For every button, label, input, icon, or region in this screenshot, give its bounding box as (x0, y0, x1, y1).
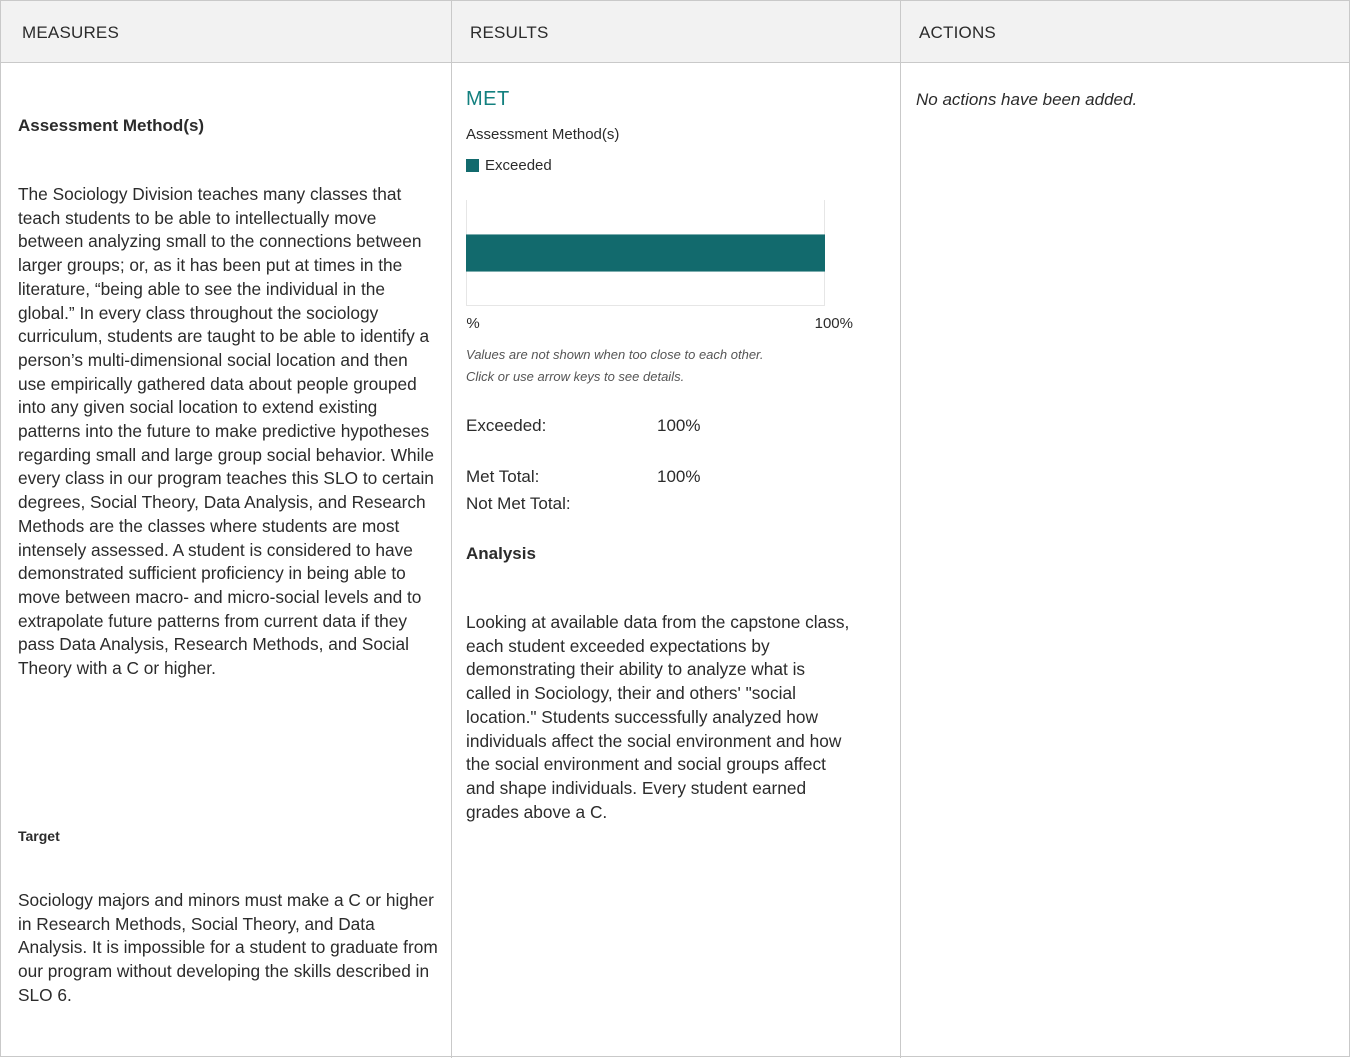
x-tick-label: 0% (466, 315, 480, 330)
analysis-text: Looking at available data from the capst… (466, 612, 850, 822)
assessment-method-heading: Assessment Method(s) (18, 116, 205, 135)
no-actions-message: No actions have been added. (916, 90, 1138, 109)
legend-swatch (466, 159, 479, 172)
chart-note-line-2: Click or use arrow keys to see details. (466, 369, 685, 384)
stat-not-met-total-label: Not Met Total: (466, 494, 571, 513)
bar-exceeded[interactable] (466, 234, 825, 272)
target-text: Sociology majors and minors must make a … (18, 890, 438, 1005)
results-bar-chart[interactable]: 0% 100% (466, 200, 876, 330)
target-heading: Target (18, 828, 60, 844)
chart-note-line-1: Values are not shown when too close to e… (466, 347, 764, 362)
header-results: RESULTS (470, 23, 549, 42)
status-label: MET (466, 88, 510, 110)
stat-met-total-value: 100% (657, 467, 701, 486)
header-measures: MEASURES (22, 23, 120, 42)
chart-note: Values are not shown when too close to e… (466, 344, 876, 388)
stat-exceeded-label: Exceeded: (466, 416, 547, 435)
table-header: MEASURES RESULTS ACTIONS (1, 1, 1349, 63)
stat-exceeded-value: 100% (657, 416, 701, 435)
analysis-heading: Analysis (466, 544, 536, 563)
column-divider (451, 1, 452, 1058)
legend-label: Exceeded (485, 157, 552, 174)
stat-met-total-label: Met Total: (466, 467, 540, 486)
x-tick-label: 100% (815, 315, 853, 330)
header-actions: ACTIONS (919, 23, 996, 42)
column-divider (900, 1, 901, 1058)
results-method-label: Assessment Method(s) (466, 126, 620, 143)
assessment-method-text: The Sociology Division teaches many clas… (18, 184, 434, 679)
chart-legend: Exceeded (466, 157, 552, 174)
